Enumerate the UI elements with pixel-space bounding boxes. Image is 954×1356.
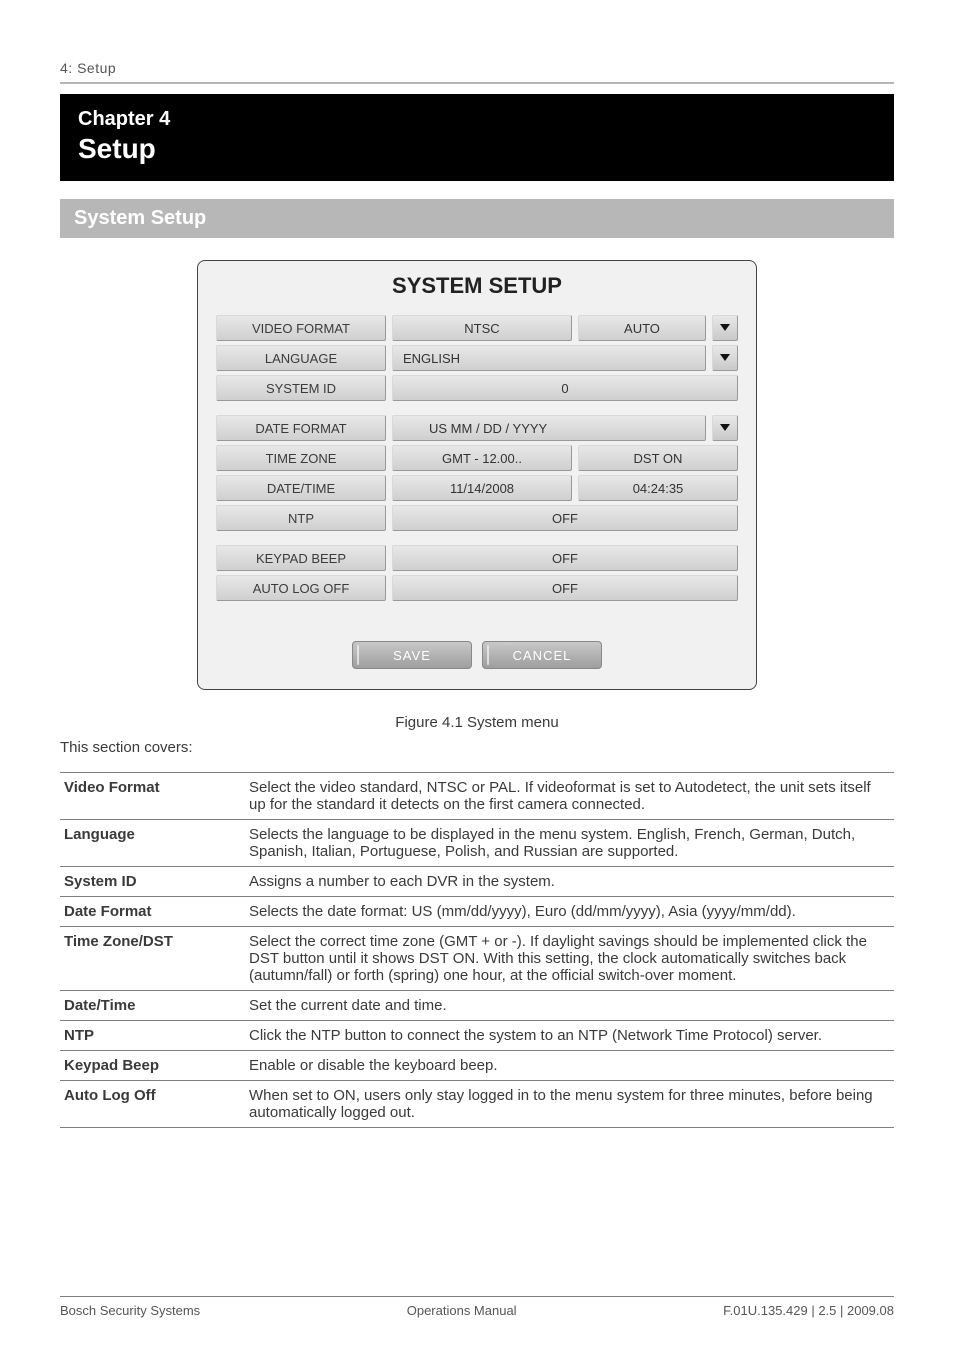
label-video-format: VIDEO FORMAT (216, 315, 386, 341)
definition-term: System ID (60, 867, 245, 897)
language-dropdown-button[interactable] (712, 345, 738, 371)
definition-term: Language (60, 820, 245, 867)
value-video-format-detect[interactable]: AUTO (578, 315, 706, 341)
table-row: Video FormatSelect the video standard, N… (60, 773, 894, 820)
definition-term: Auto Log Off (60, 1081, 245, 1128)
cancel-button[interactable]: CANCEL (482, 641, 602, 669)
label-auto-log-off: AUTO LOG OFF (216, 575, 386, 601)
label-time-zone: TIME ZONE (216, 445, 386, 471)
definition-term: NTP (60, 1021, 245, 1051)
definition-term: Date Format (60, 897, 245, 927)
video-format-dropdown-button[interactable] (712, 315, 738, 341)
table-row: NTPClick the NTP button to connect the s… (60, 1021, 894, 1051)
label-language: LANGUAGE (216, 345, 386, 371)
settings-group-datetime: DATE FORMAT US MM / DD / YYYY TIME ZONE … (216, 415, 738, 531)
value-time-zone-gmt[interactable]: GMT - 12.00.. (392, 445, 572, 471)
chevron-down-icon (720, 424, 730, 432)
value-time[interactable]: 04:24:35 (578, 475, 738, 501)
label-ntp: NTP (216, 505, 386, 531)
table-row: Keypad BeepEnable or disable the keyboar… (60, 1051, 894, 1081)
table-row: LanguageSelects the language to be displ… (60, 820, 894, 867)
value-keypad-beep[interactable]: OFF (392, 545, 738, 571)
section-title-bar: System Setup (60, 199, 894, 238)
label-date-time: DATE/TIME (216, 475, 386, 501)
chevron-down-icon (720, 354, 730, 362)
value-language[interactable]: ENGLISH (392, 345, 706, 371)
definition-description: Selects the language to be displayed in … (245, 820, 894, 867)
definition-description: Enable or disable the keyboard beep. (245, 1051, 894, 1081)
footer-left: Bosch Security Systems (60, 1303, 200, 1318)
label-date-format: DATE FORMAT (216, 415, 386, 441)
save-button[interactable]: SAVE (352, 641, 472, 669)
page-footer: Bosch Security Systems Operations Manual… (60, 1296, 894, 1318)
definition-description: Assigns a number to each DVR in the syst… (245, 867, 894, 897)
label-keypad-beep: KEYPAD BEEP (216, 545, 386, 571)
value-time-zone-dst[interactable]: DST ON (578, 445, 738, 471)
system-setup-dialog: SYSTEM SETUP VIDEO FORMAT NTSC AUTO LANG… (197, 260, 757, 690)
definition-term: Keypad Beep (60, 1051, 245, 1081)
definition-term: Video Format (60, 773, 245, 820)
page-header-label: 4: Setup (60, 60, 894, 76)
settings-group-general: VIDEO FORMAT NTSC AUTO LANGUAGE ENGLISH … (216, 315, 738, 401)
chapter-heading: Setup (78, 133, 876, 165)
value-auto-log-off[interactable]: OFF (392, 575, 738, 601)
table-row: Date/TimeSet the current date and time. (60, 991, 894, 1021)
footer-center: Operations Manual (407, 1303, 517, 1318)
date-format-dropdown-button[interactable] (712, 415, 738, 441)
definition-description: When set to ON, users only stay logged i… (245, 1081, 894, 1128)
settings-group-misc: KEYPAD BEEP OFF AUTO LOG OFF OFF (216, 545, 738, 601)
value-video-format-standard[interactable]: NTSC (392, 315, 572, 341)
table-row: Time Zone/DSTSelect the correct time zon… (60, 927, 894, 991)
definition-description: Set the current date and time. (245, 991, 894, 1021)
table-row: Auto Log OffWhen set to ON, users only s… (60, 1081, 894, 1128)
label-system-id: SYSTEM ID (216, 375, 386, 401)
table-row: System IDAssigns a number to each DVR in… (60, 867, 894, 897)
value-system-id[interactable]: 0 (392, 375, 738, 401)
value-ntp[interactable]: OFF (392, 505, 738, 531)
definition-term: Time Zone/DST (60, 927, 245, 991)
chapter-kicker: Chapter 4 (78, 108, 876, 131)
chapter-block: Chapter 4 Setup (60, 94, 894, 181)
chevron-down-icon (720, 324, 730, 332)
definition-description: Select the video standard, NTSC or PAL. … (245, 773, 894, 820)
dialog-title: SYSTEM SETUP (216, 273, 738, 299)
value-date[interactable]: 11/14/2008 (392, 475, 572, 501)
table-row: Date FormatSelects the date format: US (… (60, 897, 894, 927)
figure-caption: Figure 4.1 System menu (60, 714, 894, 731)
intro-text: This section covers: (60, 739, 894, 756)
value-date-format[interactable]: US MM / DD / YYYY (392, 415, 706, 441)
footer-right: F.01U.135.429 | 2.5 | 2009.08 (723, 1303, 894, 1318)
definition-term: Date/Time (60, 991, 245, 1021)
definition-description: Selects the date format: US (mm/dd/yyyy)… (245, 897, 894, 927)
definitions-table: Video FormatSelect the video standard, N… (60, 772, 894, 1128)
definition-description: Click the NTP button to connect the syst… (245, 1021, 894, 1051)
top-rule (60, 82, 894, 84)
definition-description: Select the correct time zone (GMT + or -… (245, 927, 894, 991)
